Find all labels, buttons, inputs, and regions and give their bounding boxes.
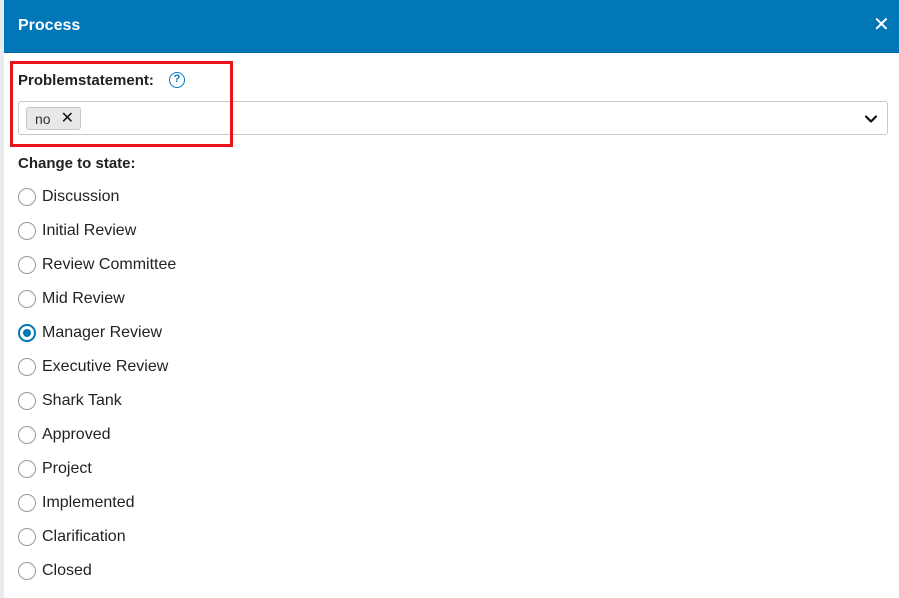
state-option-initial-review[interactable]: Initial Review bbox=[18, 220, 418, 242]
selected-tag: no ✕ bbox=[26, 107, 81, 130]
radio-button-selected[interactable] bbox=[18, 324, 36, 342]
radio-button[interactable] bbox=[18, 188, 36, 206]
radio-label: Shark Tank bbox=[42, 392, 122, 409]
state-option-review-committee[interactable]: Review Committee bbox=[18, 254, 418, 276]
state-option-clarification[interactable]: Clarification bbox=[18, 526, 418, 548]
state-option-executive-review[interactable]: Executive Review bbox=[18, 356, 418, 378]
close-icon[interactable]: ✕ bbox=[873, 15, 890, 35]
radio-button[interactable] bbox=[18, 562, 36, 580]
radio-button[interactable] bbox=[18, 528, 36, 546]
question-circle-icon[interactable]: ? bbox=[169, 72, 185, 88]
dialog-title: Process bbox=[18, 17, 81, 34]
radio-label: Project bbox=[42, 460, 92, 477]
process-dialog: Process ✕ Problemstatement: ? no ✕ Chang… bbox=[4, 0, 899, 598]
state-option-closed[interactable]: Closed bbox=[18, 560, 418, 582]
state-option-mid-review[interactable]: Mid Review bbox=[18, 288, 418, 310]
radio-button[interactable] bbox=[18, 290, 36, 308]
chevron-down-icon[interactable] bbox=[863, 111, 879, 127]
radio-label: Review Committee bbox=[42, 256, 177, 273]
state-label: Change to state: bbox=[18, 155, 136, 172]
radio-label: Closed bbox=[42, 562, 92, 579]
radio-button[interactable] bbox=[18, 256, 36, 274]
radio-button[interactable] bbox=[18, 494, 36, 512]
state-option-project[interactable]: Project bbox=[18, 458, 418, 480]
dialog-header: Process ✕ bbox=[4, 0, 899, 53]
selected-tag-label: no bbox=[35, 110, 51, 127]
radio-button[interactable] bbox=[18, 426, 36, 444]
radio-label: Mid Review bbox=[42, 290, 125, 307]
problemstatement-select[interactable]: no ✕ bbox=[18, 101, 888, 135]
state-option-discussion[interactable]: Discussion bbox=[18, 186, 418, 208]
radio-label: Executive Review bbox=[42, 358, 169, 375]
radio-button[interactable] bbox=[18, 358, 36, 376]
state-option-shark-tank[interactable]: Shark Tank bbox=[18, 390, 418, 412]
radio-label: Approved bbox=[42, 426, 111, 443]
radio-label: Discussion bbox=[42, 188, 120, 205]
radio-label: Implemented bbox=[42, 494, 135, 511]
state-option-implemented[interactable]: Implemented bbox=[18, 492, 418, 514]
radio-button[interactable] bbox=[18, 460, 36, 478]
state-option-approved[interactable]: Approved bbox=[18, 424, 418, 446]
radio-label: Manager Review bbox=[42, 324, 163, 341]
state-option-manager-review[interactable]: Manager Review bbox=[18, 322, 418, 344]
radio-label: Initial Review bbox=[42, 222, 137, 239]
times-icon[interactable]: ✕ bbox=[61, 110, 74, 127]
problemstatement-label: Problemstatement: bbox=[18, 72, 154, 89]
radio-button[interactable] bbox=[18, 392, 36, 410]
radio-button[interactable] bbox=[18, 222, 36, 240]
radio-label: Clarification bbox=[42, 528, 126, 545]
